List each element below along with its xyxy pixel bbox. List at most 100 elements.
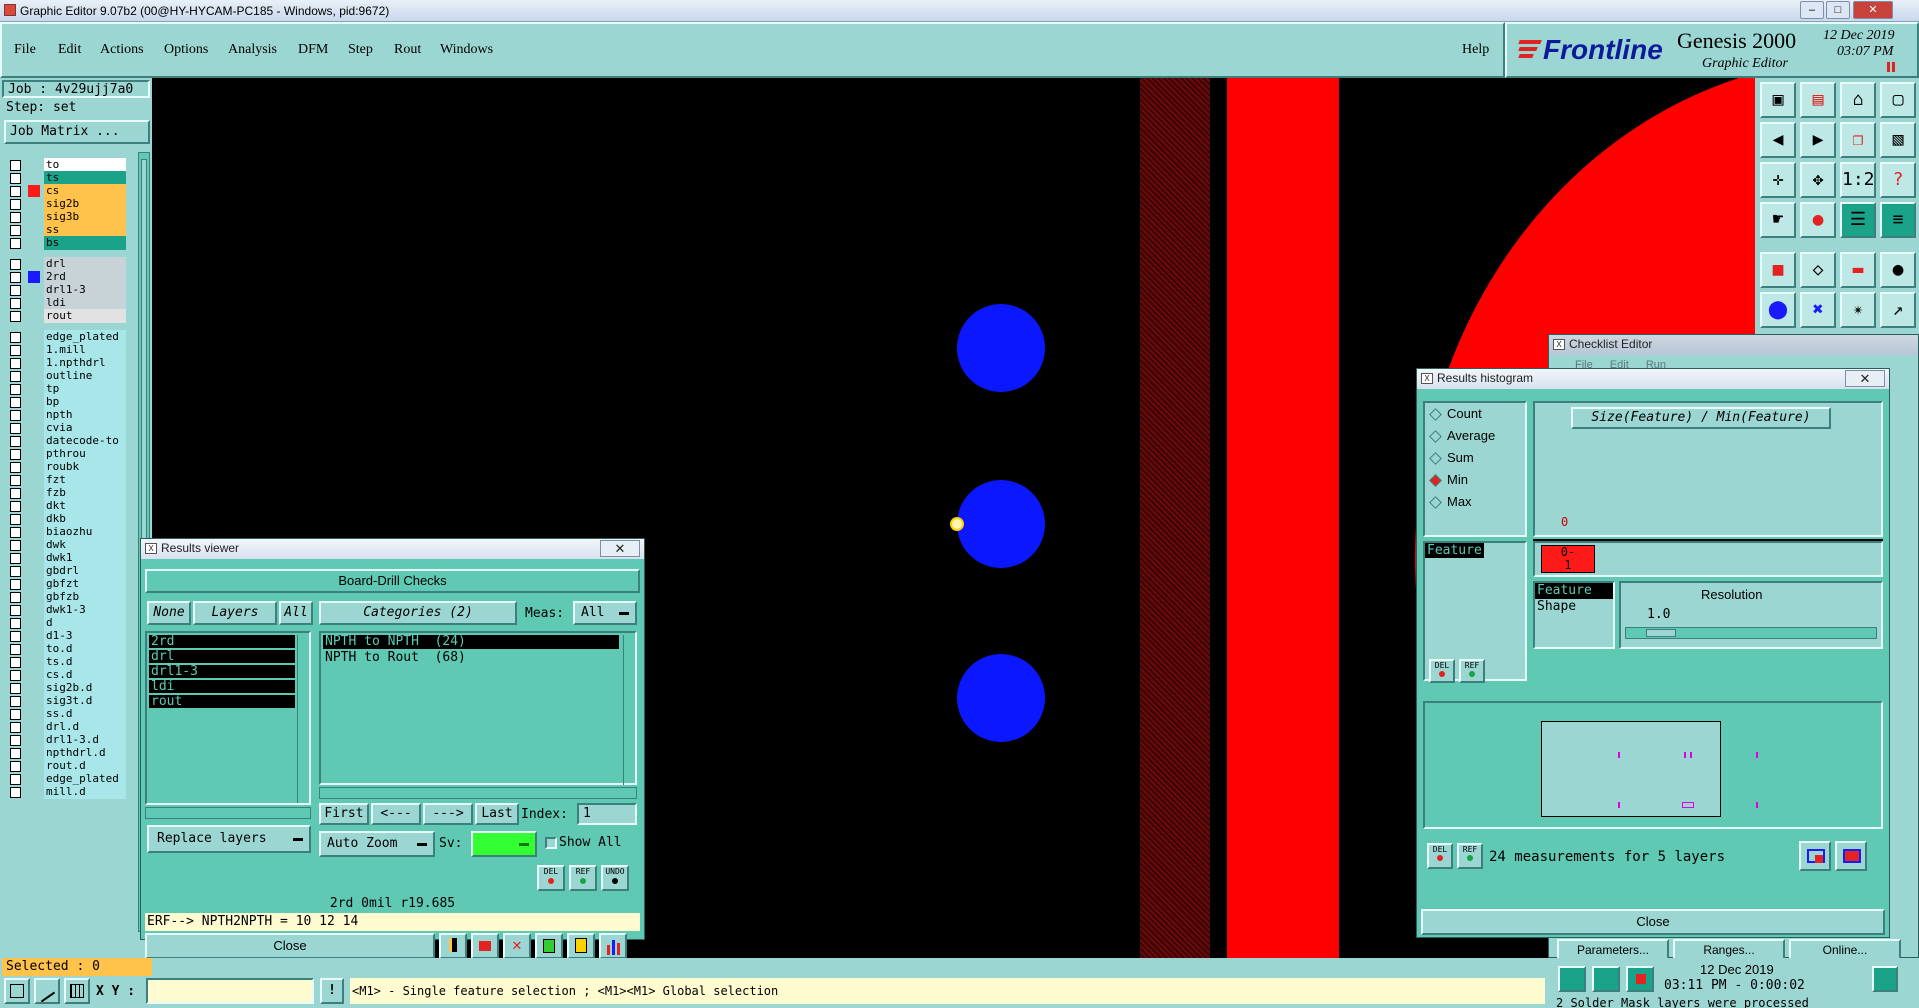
- histogram-close-button[interactable]: Close: [1421, 909, 1885, 935]
- category-list-vscroll[interactable]: [623, 635, 635, 785]
- layer-checkbox[interactable]: [10, 384, 21, 395]
- report-icon[interactable]: [567, 933, 595, 959]
- meas-dropdown[interactable]: All: [573, 601, 637, 625]
- layer-row[interactable]: gbdrl: [4, 564, 126, 578]
- layer-row[interactable]: rout.d: [4, 759, 126, 773]
- index-input[interactable]: 1: [577, 803, 637, 825]
- layer-checkbox[interactable]: [10, 605, 21, 616]
- hand-icon[interactable]: ☛: [1760, 202, 1796, 238]
- layer-row[interactable]: d1-3: [4, 629, 126, 643]
- resolution-slider[interactable]: [1625, 627, 1877, 639]
- layer-row[interactable]: ldi: [4, 296, 126, 310]
- category-list-hscroll[interactable]: [319, 787, 637, 799]
- layer-checkbox[interactable]: [10, 722, 21, 733]
- layer-row[interactable]: ts: [4, 171, 126, 185]
- minimize-button[interactable]: –: [1800, 1, 1824, 19]
- histogram-bin-0[interactable]: 0- 1: [1541, 545, 1595, 573]
- layer-checkbox[interactable]: [10, 514, 21, 525]
- histogram-icon[interactable]: [599, 933, 627, 959]
- layer-row[interactable]: dkb: [4, 512, 126, 526]
- close-window-button[interactable]: ✕: [1853, 1, 1893, 19]
- layer-row[interactable]: dkt: [4, 499, 126, 513]
- status-zoom-icon[interactable]: [1872, 966, 1898, 992]
- layer-row[interactable]: fzb: [4, 486, 126, 500]
- highlight-preview-icon[interactable]: [1835, 841, 1867, 871]
- layer-row[interactable]: bs: [4, 236, 126, 250]
- menu-file[interactable]: File: [14, 42, 36, 58]
- hint-alert-icon[interactable]: !: [320, 978, 344, 1004]
- layer-row[interactable]: sig2b.d: [4, 681, 126, 695]
- menu-rout[interactable]: Rout: [394, 42, 421, 58]
- pan-left-icon[interactable]: ◀: [1760, 122, 1796, 158]
- next-button[interactable]: --->: [423, 803, 473, 825]
- layer-checkbox[interactable]: [10, 397, 21, 408]
- connect-icon[interactable]: ⬤: [1760, 292, 1796, 328]
- del-icon[interactable]: DEL: [537, 865, 565, 891]
- layer-row[interactable]: npthdrl.d: [4, 746, 126, 760]
- layer-checkbox[interactable]: [10, 540, 21, 551]
- layer-checkbox[interactable]: [10, 225, 21, 236]
- preview-ref-icon[interactable]: REF: [1457, 843, 1483, 869]
- hist-del-icon[interactable]: DEL: [1429, 659, 1455, 683]
- center-icon[interactable]: ✥: [1800, 162, 1836, 198]
- layer-checkbox[interactable]: [10, 709, 21, 720]
- layer-checkbox[interactable]: [10, 298, 21, 309]
- layer-checkbox[interactable]: [10, 285, 21, 296]
- highlight-icon[interactable]: ●: [1800, 202, 1836, 238]
- zoom-preview-icon[interactable]: [1799, 841, 1831, 871]
- layer-checkbox[interactable]: [10, 761, 21, 772]
- fit-icon[interactable]: ❐: [1840, 122, 1876, 158]
- layer-checkbox[interactable]: [10, 696, 21, 707]
- layer-checkbox[interactable]: [10, 212, 21, 223]
- layer-row[interactable]: cs.d: [4, 668, 126, 682]
- layer-row[interactable]: 2rd: [4, 270, 126, 284]
- statistic-option[interactable]: Max: [1425, 491, 1525, 513]
- layer-row[interactable]: dwk1-3: [4, 603, 126, 617]
- layer-checkbox[interactable]: [10, 553, 21, 564]
- menu-edit[interactable]: Edit: [58, 42, 81, 58]
- layer-checkbox[interactable]: [10, 644, 21, 655]
- layer-checkbox[interactable]: [10, 410, 21, 421]
- statistic-option[interactable]: Min: [1425, 469, 1525, 491]
- layers-button[interactable]: Layers: [193, 601, 277, 625]
- save-icon[interactable]: ▤: [1800, 82, 1836, 118]
- layer-checkbox[interactable]: [10, 186, 21, 197]
- drill-hole-1[interactable]: [957, 304, 1045, 392]
- select-none-button[interactable]: None: [147, 601, 191, 625]
- layer-row[interactable]: drl1-3.d: [4, 733, 126, 747]
- layer-row[interactable]: fzt: [4, 473, 126, 487]
- prev-button[interactable]: <---: [371, 803, 421, 825]
- layer-row[interactable]: drl1-3: [4, 283, 126, 297]
- layer-checkbox[interactable]: [10, 332, 21, 343]
- statistic-option[interactable]: Sum: [1425, 447, 1525, 469]
- layer-row[interactable]: sig3b: [4, 210, 126, 224]
- menu-help[interactable]: Help: [1462, 42, 1489, 58]
- open-icon[interactable]: ▣: [1760, 82, 1796, 118]
- layer-list-vscroll[interactable]: [297, 635, 309, 803]
- show-all-checkbox[interactable]: [545, 837, 557, 849]
- layer-row[interactable]: npth: [4, 408, 126, 422]
- grid-tool-icon[interactable]: [64, 978, 90, 1004]
- layer-checkbox[interactable]: [10, 358, 21, 369]
- layer-checkbox[interactable]: [10, 631, 21, 642]
- home-icon[interactable]: ⌂: [1840, 82, 1876, 118]
- layer-checkbox[interactable]: [10, 683, 21, 694]
- histogram-close-icon[interactable]: ✕: [1845, 370, 1885, 387]
- first-button[interactable]: First: [319, 803, 369, 825]
- menu-dfm[interactable]: DFM: [298, 42, 328, 58]
- layer-checkbox[interactable]: [10, 449, 21, 460]
- run-icon-1[interactable]: [1558, 966, 1586, 992]
- layer-checkbox[interactable]: [10, 173, 21, 184]
- layer-checkbox[interactable]: [10, 774, 21, 785]
- job-matrix-button[interactable]: Job Matrix ...: [4, 120, 150, 144]
- layer-checkbox[interactable]: [10, 735, 21, 746]
- results-viewer-close-icon[interactable]: ✕: [600, 540, 640, 557]
- statistic-option[interactable]: Count: [1425, 403, 1525, 425]
- layer-checkbox[interactable]: [10, 436, 21, 447]
- layer-checkbox[interactable]: [10, 592, 21, 603]
- layer-row[interactable]: ss: [4, 223, 126, 237]
- layer-result-list[interactable]: 2rd drl drl1-3 ldi rout: [145, 631, 311, 805]
- layer-row[interactable]: to: [4, 158, 126, 172]
- zoom-fit-icon[interactable]: ▧: [1880, 122, 1916, 158]
- layer-checkbox[interactable]: [10, 657, 21, 668]
